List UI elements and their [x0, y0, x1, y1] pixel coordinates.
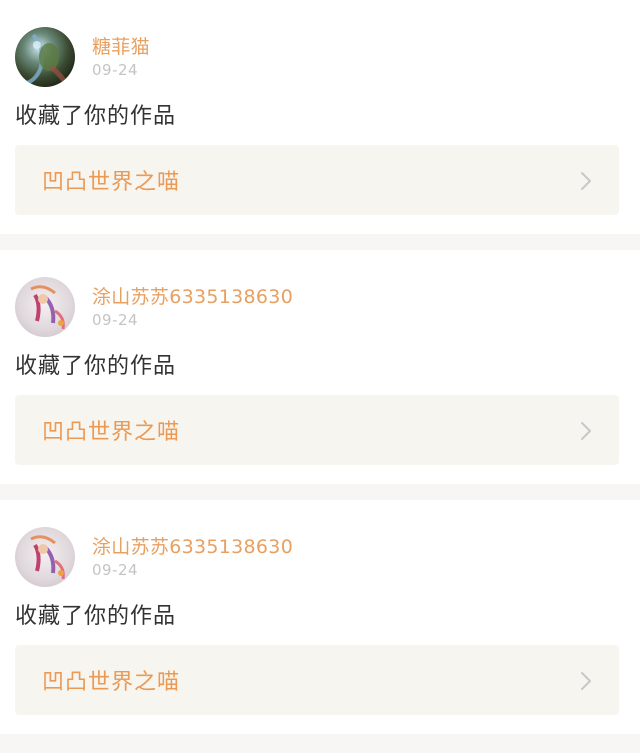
user-avatar[interactable] — [15, 27, 75, 87]
timestamp: 09-24 — [92, 60, 139, 79]
work-title: 凹凸世界之喵 — [42, 420, 181, 445]
avatar-fox-girl-icon — [15, 277, 75, 337]
user-meta: 糖菲猫 09-24 — [92, 35, 150, 80]
username[interactable]: 涂山苏苏6335138630 — [92, 535, 293, 559]
action-text: 收藏了你的作品 — [15, 354, 177, 379]
work-link[interactable]: 凹凸世界之喵 — [15, 645, 619, 715]
avatar-fox-girl-icon — [15, 527, 75, 587]
work-title: 凹凸世界之喵 — [42, 170, 181, 195]
user-avatar[interactable] — [15, 277, 75, 337]
action-text: 收藏了你的作品 — [15, 104, 177, 129]
notification-feed: 糖菲猫 09-24 收藏了你的作品 凹凸世界之喵 涂山苏苏6335138630 … — [0, 0, 640, 734]
work-link[interactable]: 凹凸世界之喵 — [15, 145, 619, 215]
work-link[interactable]: 凹凸世界之喵 — [15, 395, 619, 465]
user-meta: 涂山苏苏6335138630 09-24 — [92, 285, 293, 330]
chevron-right-icon — [581, 422, 591, 440]
user-meta: 涂山苏苏6335138630 09-24 — [92, 535, 293, 580]
timestamp: 09-24 — [92, 560, 139, 579]
avatar-green-character-icon — [15, 27, 75, 87]
notification-header: 涂山苏苏6335138630 09-24 — [15, 277, 293, 337]
chevron-right-icon — [581, 172, 591, 190]
username[interactable]: 糖菲猫 — [92, 35, 150, 59]
username[interactable]: 涂山苏苏6335138630 — [92, 285, 293, 309]
notification-header: 糖菲猫 09-24 — [15, 27, 150, 87]
work-title: 凹凸世界之喵 — [42, 670, 181, 695]
user-avatar[interactable] — [15, 527, 75, 587]
chevron-right-icon — [581, 672, 591, 690]
action-text: 收藏了你的作品 — [15, 604, 177, 629]
notification-card: 涂山苏苏6335138630 09-24 收藏了你的作品 凹凸世界之喵 — [0, 250, 640, 484]
notification-card: 涂山苏苏6335138630 09-24 收藏了你的作品 凹凸世界之喵 — [0, 500, 640, 734]
notification-header: 涂山苏苏6335138630 09-24 — [15, 527, 293, 587]
timestamp: 09-24 — [92, 310, 139, 329]
notification-card: 糖菲猫 09-24 收藏了你的作品 凹凸世界之喵 — [0, 0, 640, 234]
